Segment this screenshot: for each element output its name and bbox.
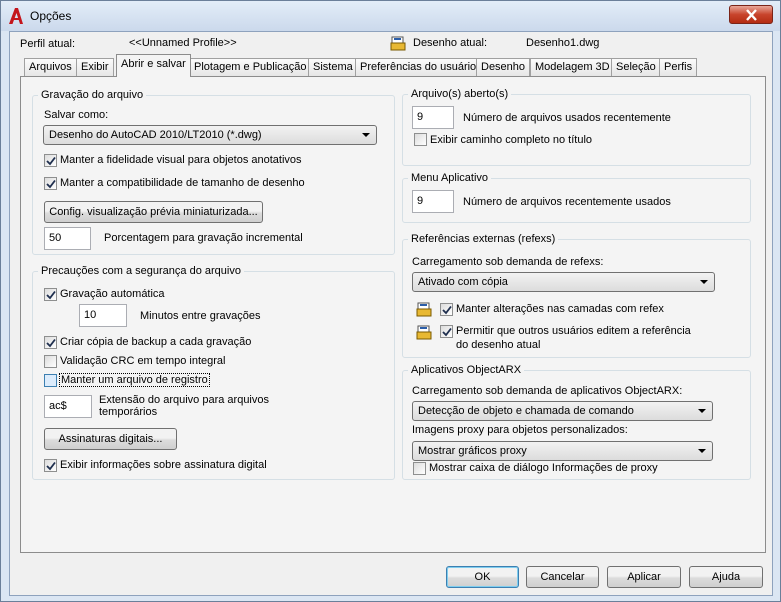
save-as-select[interactable]: Desenho do AutoCAD 2010/LT2010 (*.dwg) xyxy=(43,125,377,145)
ok-button[interactable]: OK xyxy=(446,566,519,588)
full-path-checkbox[interactable] xyxy=(414,133,427,146)
profile-value: <<Unnamed Profile>> xyxy=(129,37,237,49)
checkmark-icon xyxy=(46,461,56,471)
incremental-save-label: Porcentagem para gravação incremental xyxy=(104,232,303,244)
recent-files-label: Número de arquivos usados recentemente xyxy=(463,112,671,124)
autosave-label: Gravação automática xyxy=(60,288,165,300)
visual-fidelity-checkbox[interactable] xyxy=(44,154,57,167)
full-path-label: Exibir caminho completo no título xyxy=(430,134,593,146)
proxy-images-label: Imagens proxy para objetos personalizado… xyxy=(412,424,628,436)
drawing-value: Desenho1.dwg xyxy=(526,37,600,49)
temp-extension-input[interactable]: ac$ xyxy=(44,395,92,418)
proxy-images-value: Mostrar gráficos proxy xyxy=(418,445,527,457)
title-bar[interactable]: Opções xyxy=(1,1,780,31)
arx-demand-select[interactable]: Detecção de objeto e chamada de comando xyxy=(412,401,713,421)
allow-edit-label-2: do desenho atual xyxy=(456,339,541,351)
tab-plot-publish[interactable]: Plotagem e Publicação xyxy=(189,58,312,76)
proxy-images-select[interactable]: Mostrar gráficos proxy xyxy=(412,441,713,461)
tab-display[interactable]: Exibir xyxy=(76,58,114,76)
chevron-down-icon xyxy=(700,280,708,284)
chevron-down-icon xyxy=(362,133,370,137)
autosave-checkbox[interactable] xyxy=(44,288,57,301)
close-button[interactable] xyxy=(729,5,773,24)
tab-user-preferences[interactable]: Preferências do usuário xyxy=(355,58,482,76)
file-safety-group-title: Precauções com a segurança do arquivo xyxy=(38,265,244,277)
backup-label: Criar cópia de backup a cada gravação xyxy=(60,336,252,348)
objectarx-group-title: Aplicativos ObjectARX xyxy=(408,364,525,376)
keep-layers-checkbox[interactable] xyxy=(440,303,453,316)
checkmark-icon xyxy=(46,156,56,166)
profile-label: Perfil atual: xyxy=(20,38,76,50)
arx-demand-label: Carregamento sob demanda de aplicativos … xyxy=(412,385,683,397)
checkmark-icon xyxy=(46,179,56,189)
incremental-save-input[interactable]: 50 xyxy=(44,227,91,250)
backup-checkbox[interactable] xyxy=(44,336,57,349)
proxy-dialog-checkbox[interactable] xyxy=(413,462,426,475)
tab-drafting[interactable]: Desenho xyxy=(476,58,531,76)
menu-recent-label: Número de arquivos recentemente usados xyxy=(463,196,671,208)
temp-extension-label-2: temporários xyxy=(99,406,158,418)
save-as-value: Desenho do AutoCAD 2010/LT2010 (*.dwg) xyxy=(49,129,262,141)
crc-label: Validação CRC em tempo integral xyxy=(60,355,226,367)
signature-info-label: Exibir informações sobre assinatura digi… xyxy=(60,459,267,471)
drawing-file-icon xyxy=(390,36,406,51)
chevron-down-icon xyxy=(698,449,706,453)
size-compat-label: Manter a compatibilidade de tamanho de d… xyxy=(60,177,305,189)
checkmark-icon xyxy=(46,338,56,348)
tab-profiles[interactable]: Perfis xyxy=(659,58,698,76)
file-save-group-title: Gravação do arquivo xyxy=(38,89,147,101)
thumbnail-settings-button[interactable]: Config. visualização prévia miniaturizad… xyxy=(44,201,263,223)
autosave-minutes-label: Minutos entre gravações xyxy=(140,310,261,322)
arx-demand-value: Detecção de objeto e chamada de comando xyxy=(418,405,634,417)
checkmark-icon xyxy=(442,327,452,337)
proxy-dialog-label: Mostrar caixa de diálogo Informações de … xyxy=(429,462,658,474)
tab-selection[interactable]: Seleção xyxy=(611,58,661,76)
save-as-label: Salvar como: xyxy=(44,109,109,121)
drawing-label: Desenho atual: xyxy=(413,37,487,49)
drawing-file-icon xyxy=(416,302,432,317)
close-icon xyxy=(746,9,757,21)
autocad-logo-icon xyxy=(9,8,23,24)
xref-demand-label: Carregamento sob demanda de refexs: xyxy=(412,256,604,268)
autosave-minutes-input[interactable]: 10 xyxy=(79,304,127,327)
digital-signatures-button[interactable]: Assinaturas digitais... xyxy=(44,428,177,450)
xref-demand-value: Ativado com cópia xyxy=(418,276,508,288)
signature-info-checkbox[interactable] xyxy=(44,459,57,472)
log-file-label: Manter um arquivo de registro xyxy=(59,373,210,387)
allow-edit-label-1: Permitir que outros usuários editem a re… xyxy=(456,325,691,337)
recent-files-input[interactable]: 9 xyxy=(412,106,454,129)
allow-edit-checkbox[interactable] xyxy=(440,325,453,338)
tab-files[interactable]: Arquivos xyxy=(24,58,77,76)
chevron-down-icon xyxy=(698,409,706,413)
window-title: Opções xyxy=(30,9,72,23)
drawing-file-icon xyxy=(416,325,432,340)
log-file-checkbox[interactable] xyxy=(44,374,57,387)
tab-system[interactable]: Sistema xyxy=(308,58,358,76)
visual-fidelity-label: Manter a fidelidade visual para objetos … xyxy=(60,154,302,166)
open-files-group xyxy=(402,94,751,166)
tab-open-save[interactable]: Abrir e salvar xyxy=(116,54,191,77)
apply-button[interactable]: Aplicar xyxy=(607,566,681,588)
open-files-group-title: Arquivo(s) aberto(s) xyxy=(408,88,512,100)
temp-extension-label-1: Extensão do arquivo para arquivos xyxy=(99,394,269,406)
size-compat-checkbox[interactable] xyxy=(44,177,57,190)
xref-demand-select[interactable]: Ativado com cópia xyxy=(412,272,715,292)
xrefs-group-title: Referências externas (refexs) xyxy=(408,233,559,245)
menu-recent-input[interactable]: 9 xyxy=(412,190,454,213)
checkmark-icon xyxy=(442,305,452,315)
cancel-button[interactable]: Cancelar xyxy=(526,566,599,588)
app-menu-group-title: Menu Aplicativo xyxy=(408,172,492,184)
crc-checkbox[interactable] xyxy=(44,355,57,368)
checkmark-icon xyxy=(46,290,56,300)
help-button[interactable]: Ajuda xyxy=(689,566,763,588)
keep-layers-label: Manter alterações nas camadas com refex xyxy=(456,303,664,315)
tab-3d-modeling[interactable]: Modelagem 3D xyxy=(530,58,615,76)
